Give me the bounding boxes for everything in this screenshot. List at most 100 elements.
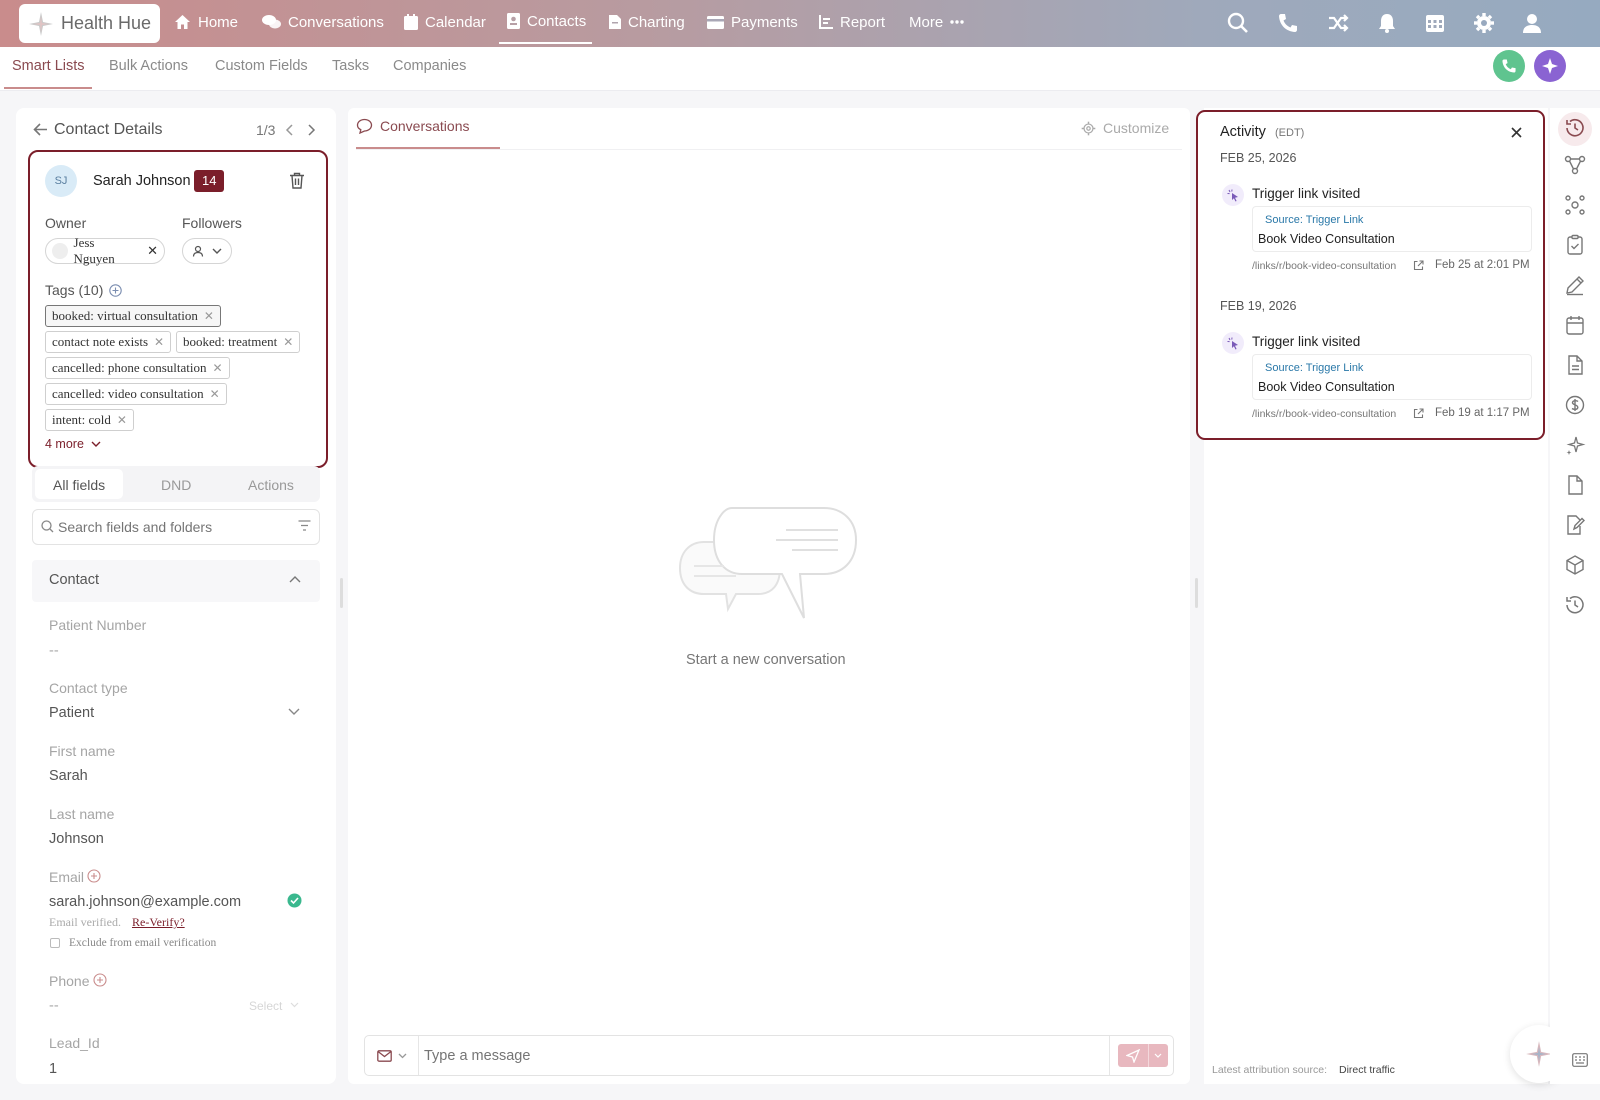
sparkles-icon[interactable]: [1564, 434, 1586, 456]
clipboard-check-icon[interactable]: [1564, 234, 1586, 256]
chevron-down-icon: [91, 441, 101, 447]
nav-conversations[interactable]: Conversations: [262, 0, 384, 44]
lead-id-value[interactable]: 1: [49, 1061, 57, 1077]
chevron-left-icon[interactable]: [285, 124, 295, 136]
search-icon[interactable]: [1227, 12, 1249, 34]
tag-chip[interactable]: cancelled: phone consultation ✕: [45, 357, 230, 379]
remove-tag-icon[interactable]: ✕: [117, 413, 127, 428]
activity-source[interactable]: Source: Trigger Link: [1265, 362, 1363, 374]
activity-link[interactable]: /links/r/book-video-consultation: [1252, 408, 1396, 420]
remove-tag-icon[interactable]: ✕: [283, 335, 293, 350]
nav-home-label: Home: [198, 13, 239, 31]
tag-chip[interactable]: contact note exists ✕: [45, 331, 172, 353]
chevron-up-icon[interactable]: [289, 575, 301, 583]
message-input[interactable]: [424, 1045, 1004, 1067]
people-network-icon[interactable]: [1564, 194, 1586, 216]
email-value[interactable]: sarah.johnson@example.com: [49, 894, 241, 910]
back-arrow-icon[interactable]: [33, 122, 48, 137]
tab-dnd[interactable]: DND: [161, 477, 191, 493]
call-button[interactable]: [1493, 50, 1525, 82]
remove-tag-icon[interactable]: ✕: [204, 309, 214, 324]
tab-conversations[interactable]: Conversations: [356, 118, 470, 134]
chevron-right-icon[interactable]: [306, 124, 316, 136]
external-link-icon[interactable]: [1413, 260, 1424, 271]
panel-resize-handle[interactable]: [340, 578, 343, 608]
tag-chip[interactable]: booked: treatment ✕: [176, 331, 301, 353]
calendar-grid-icon[interactable]: [1424, 12, 1446, 34]
reverify-link[interactable]: Re-Verify?: [132, 915, 185, 930]
bell-icon[interactable]: [1376, 12, 1398, 34]
tag-chip[interactable]: cancelled: video consultation ✕: [45, 383, 227, 405]
nav-report[interactable]: Report: [819, 0, 885, 44]
remove-tag-icon[interactable]: ✕: [210, 387, 220, 402]
nav-home[interactable]: Home: [174, 0, 238, 44]
tab-actions[interactable]: Actions: [248, 477, 294, 493]
verified-check-icon: [287, 893, 302, 908]
file-icon[interactable]: [1564, 474, 1586, 496]
remove-owner-icon[interactable]: ✕: [147, 243, 158, 259]
activity-clock-icon[interactable]: [1564, 117, 1586, 139]
subnav-companies[interactable]: Companies: [393, 58, 466, 74]
send-icon: [1126, 1048, 1140, 1063]
document-outline-icon[interactable]: [1564, 354, 1586, 376]
add-phone-icon[interactable]: [93, 973, 107, 987]
tag-chip[interactable]: booked: virtual consultation ✕: [45, 305, 221, 327]
add-email-icon[interactable]: [87, 869, 101, 883]
nav-payments[interactable]: Payments: [707, 0, 798, 44]
history-icon[interactable]: [1564, 594, 1586, 616]
shuffle-icon[interactable]: [1327, 12, 1349, 34]
phone-icon[interactable]: [1277, 12, 1299, 34]
subnav-custom-fields[interactable]: Custom Fields: [215, 58, 308, 74]
channel-selector[interactable]: [365, 1036, 419, 1075]
package-icon[interactable]: [1564, 554, 1586, 576]
subnav-smart-lists[interactable]: Smart Lists: [12, 58, 85, 74]
contact-type-value[interactable]: Patient: [49, 705, 94, 721]
calendar-outline-icon[interactable]: [1564, 314, 1586, 336]
card-icon: [707, 15, 724, 29]
panel-resize-handle[interactable]: [1195, 578, 1198, 608]
activity-timezone: (EDT): [1275, 127, 1305, 139]
trash-icon[interactable]: [289, 172, 305, 189]
dollar-circle-icon[interactable]: [1564, 394, 1586, 416]
customize-button[interactable]: Customize: [1081, 120, 1169, 136]
nav-contacts[interactable]: Contacts: [499, 0, 592, 44]
brand-logo[interactable]: Health Hue: [19, 4, 160, 43]
last-name-value[interactable]: Johnson: [49, 831, 104, 847]
send-button[interactable]: [1118, 1044, 1168, 1067]
tags-label: Tags (10): [45, 282, 104, 298]
nav-more[interactable]: More: [909, 0, 964, 44]
subnav-tasks[interactable]: Tasks: [332, 58, 369, 74]
remove-tag-icon[interactable]: ✕: [154, 335, 164, 350]
remove-tag-icon[interactable]: ✕: [213, 361, 223, 376]
followers-select[interactable]: [182, 238, 232, 264]
tag-chip[interactable]: intent: cold ✕: [45, 409, 134, 431]
add-tag-icon[interactable]: [109, 284, 122, 297]
chevron-down-icon[interactable]: [288, 708, 300, 716]
patient-number-value[interactable]: --: [49, 643, 59, 659]
workflow-icon[interactable]: [1564, 154, 1586, 176]
activity-source[interactable]: Source: Trigger Link: [1265, 214, 1363, 226]
first-name-value[interactable]: Sarah: [49, 768, 88, 784]
nav-calendar[interactable]: Calendar: [404, 0, 486, 44]
contact-type-label: Contact type: [49, 680, 128, 696]
phone-value[interactable]: --: [49, 998, 59, 1014]
phone-call-icon: [1502, 59, 1516, 73]
close-icon[interactable]: [1511, 127, 1522, 138]
owner-select[interactable]: Jess Nguyen ✕: [45, 235, 165, 266]
pencil-icon[interactable]: [1564, 274, 1586, 296]
subnav-bulk-actions[interactable]: Bulk Actions: [109, 58, 188, 74]
search-fields-input[interactable]: [58, 517, 288, 537]
external-link-icon[interactable]: [1413, 408, 1424, 419]
nav-charting[interactable]: Charting: [609, 0, 685, 44]
ai-assistant-button[interactable]: [1534, 50, 1566, 82]
filter-icon[interactable]: [298, 520, 311, 531]
gear-icon[interactable]: [1473, 12, 1495, 34]
phone-type-select[interactable]: Select: [249, 999, 282, 1013]
activity-link[interactable]: /links/r/book-video-consultation: [1252, 260, 1396, 272]
user-icon[interactable]: [1521, 12, 1543, 34]
exclude-verification-checkbox[interactable]: [50, 938, 60, 948]
tab-all-fields[interactable]: All fields: [53, 477, 105, 493]
show-more-tags[interactable]: 4 more: [45, 437, 101, 451]
keyboard-icon[interactable]: [1572, 1053, 1588, 1067]
file-edit-icon[interactable]: [1564, 514, 1586, 536]
